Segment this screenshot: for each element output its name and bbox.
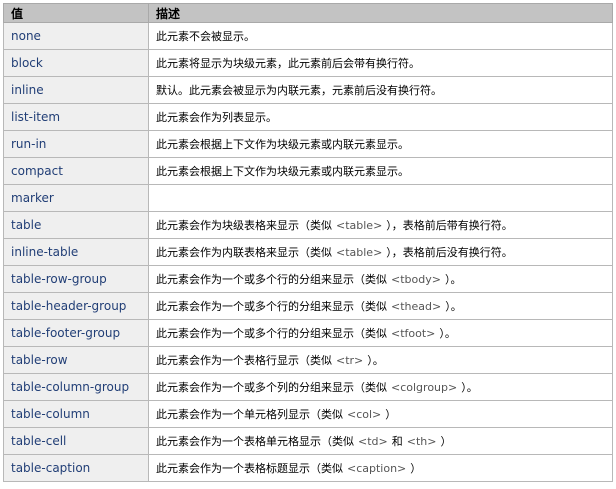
value-cell: table-column <box>3 400 149 428</box>
table-row: block 此元素将显示为块级元素，此元素前后会带有换行符。 <box>3 49 613 77</box>
description-cell <box>148 184 613 212</box>
code-snippet: <table> <box>336 246 383 259</box>
description-cell: 此元素将显示为块级元素，此元素前后会带有换行符。 <box>148 49 613 77</box>
description-cell: 此元素会根据上下文作为块级元素或内联元素显示。 <box>148 157 613 185</box>
value-cell: inline-table <box>3 238 149 266</box>
value-cell: table-row-group <box>3 265 149 293</box>
description-cell: 此元素会作为列表显示。 <box>148 103 613 131</box>
description-text: 此元素会作为一个单元格列显示（类似 <box>156 408 343 421</box>
table-row: table-caption 此元素会作为一个表格标题显示（类似 <caption>） <box>3 454 613 482</box>
description-cell: 此元素会作为一个单元格列显示（类似 <col>） <box>148 400 613 428</box>
code-snippet: <td> <box>358 435 388 448</box>
value-cell: list-item <box>3 103 149 131</box>
description-cell: 此元素会作为一个或多个行的分组来显示（类似 <tfoot>）。 <box>148 319 613 347</box>
description-text: 此元素会作为一个表格行显示（类似 <box>156 354 332 367</box>
value-cell: table-header-group <box>3 292 149 320</box>
code-snippet: <tr> <box>336 354 364 367</box>
table-row: marker <box>3 184 613 212</box>
code-snippet: <caption> <box>347 462 407 475</box>
value-cell: table-footer-group <box>3 319 149 347</box>
description-text: 此元素会作为一个或多个行的分组来显示（类似 <box>156 327 387 340</box>
table-row: table-row-group 此元素会作为一个或多个行的分组来显示（类似 <tbo… <box>3 265 613 293</box>
table-row: inline-table 此元素会作为内联表格来显示（类似 <table> ），表格前… <box>3 238 613 266</box>
code-snippet: <tbody> <box>391 273 441 286</box>
description-text: ）。 <box>367 354 384 367</box>
value-cell: block <box>3 49 149 77</box>
description-text: 此元素会作为内联表格来显示（类似 <box>156 246 332 259</box>
display-values-table: 值 描述 none 此元素不会被显示。 block 此元素将显示为块级元素，此元素前后… <box>3 3 613 482</box>
value-cell: table-cell <box>3 427 149 455</box>
code-snippet: <tfoot> <box>391 327 436 340</box>
table-row: none 此元素不会被显示。 <box>3 22 613 50</box>
description-cell: 此元素不会被显示。 <box>148 22 613 50</box>
description-cell: 默认。此元素会被显示为内联元素，元素前后没有换行符。 <box>148 76 613 104</box>
description-text: ）。 <box>461 381 478 394</box>
description-text: ），表格前后带有换行符。 <box>386 219 513 232</box>
code-snippet: <table> <box>336 219 383 232</box>
value-cell: compact <box>3 157 149 185</box>
description-cell: 此元素会作为一个表格单元格显示（类似 <td> 和 <th>） <box>148 427 613 455</box>
description-text: ） <box>440 435 452 448</box>
code-snippet: <colgroup> <box>391 381 458 394</box>
description-text: 此元素会作为一个或多个列的分组来显示（类似 <box>156 381 387 394</box>
description-cell: 此元素会作为内联表格来显示（类似 <table> ），表格前后没有换行符。 <box>148 238 613 266</box>
value-cell: table-column-group <box>3 373 149 401</box>
description-text: ） <box>385 408 397 421</box>
description-text: 此元素会作为一个或多个行的分组来显示（类似 <box>156 273 387 286</box>
table-row: list-item 此元素会作为列表显示。 <box>3 103 613 131</box>
description-text: 此元素会作为一个表格标题显示（类似 <box>156 462 343 475</box>
header-value: 值 <box>3 3 149 23</box>
description-cell: 此元素会作为一个或多个行的分组来显示（类似 <thead>）。 <box>148 292 613 320</box>
description-cell: 此元素会作为一个或多个行的分组来显示（类似 <tbody>）。 <box>148 265 613 293</box>
description-text: 此元素会作为一个表格单元格显示（类似 <box>156 435 354 448</box>
table-row: table-cell 此元素会作为一个表格单元格显示（类似 <td> 和 <th>） <box>3 427 613 455</box>
table-row: compact 此元素会根据上下文作为块级元素或内联元素显示。 <box>3 157 613 185</box>
table-row: table-header-group 此元素会作为一个或多个行的分组来显示（类似 <… <box>3 292 613 320</box>
table-row: table-column-group 此元素会作为一个或多个列的分组来显示（类似 <… <box>3 373 613 401</box>
description-text: 此元素会作为一个或多个行的分组来显示（类似 <box>156 300 387 313</box>
description-text: 此元素会作为块级表格来显示（类似 <box>156 219 332 232</box>
description-cell: 此元素会作为块级表格来显示（类似 <table> ），表格前后带有换行符。 <box>148 211 613 239</box>
value-cell: table-row <box>3 346 149 374</box>
table-row: table-footer-group 此元素会作为一个或多个行的分组来显示（类似 <… <box>3 319 613 347</box>
description-text: ）。 <box>439 327 456 340</box>
table-row: inline 默认。此元素会被显示为内联元素，元素前后没有换行符。 <box>3 76 613 104</box>
header-description: 描述 <box>148 3 613 23</box>
description-text: ）。 <box>445 300 462 313</box>
table-row: table-row 此元素会作为一个表格行显示（类似 <tr>）。 <box>3 346 613 374</box>
description-cell: 此元素会根据上下文作为块级元素或内联元素显示。 <box>148 130 613 158</box>
code-snippet: <thead> <box>391 300 442 313</box>
table-row: table 此元素会作为块级表格来显示（类似 <table> ），表格前后带有换行符。 <box>3 211 613 239</box>
value-cell: run-in <box>3 130 149 158</box>
value-cell: table-caption <box>3 454 149 482</box>
description-text: ），表格前后没有换行符。 <box>386 246 513 259</box>
value-cell: inline <box>3 76 149 104</box>
description-text: 和 <box>391 435 403 448</box>
table-header-row: 值 描述 <box>3 3 613 23</box>
code-snippet: <col> <box>347 408 382 421</box>
description-cell: 此元素会作为一个或多个列的分组来显示（类似 <colgroup>）。 <box>148 373 613 401</box>
value-cell: none <box>3 22 149 50</box>
description-text: ） <box>410 462 422 475</box>
code-snippet: <th> <box>406 435 437 448</box>
value-cell: table <box>3 211 149 239</box>
table-row: run-in 此元素会根据上下文作为块级元素或内联元素显示。 <box>3 130 613 158</box>
description-text: ）。 <box>444 273 462 286</box>
description-cell: 此元素会作为一个表格行显示（类似 <tr>）。 <box>148 346 613 374</box>
table-row: table-column 此元素会作为一个单元格列显示（类似 <col>） <box>3 400 613 428</box>
value-cell: marker <box>3 184 149 212</box>
description-cell: 此元素会作为一个表格标题显示（类似 <caption>） <box>148 454 613 482</box>
